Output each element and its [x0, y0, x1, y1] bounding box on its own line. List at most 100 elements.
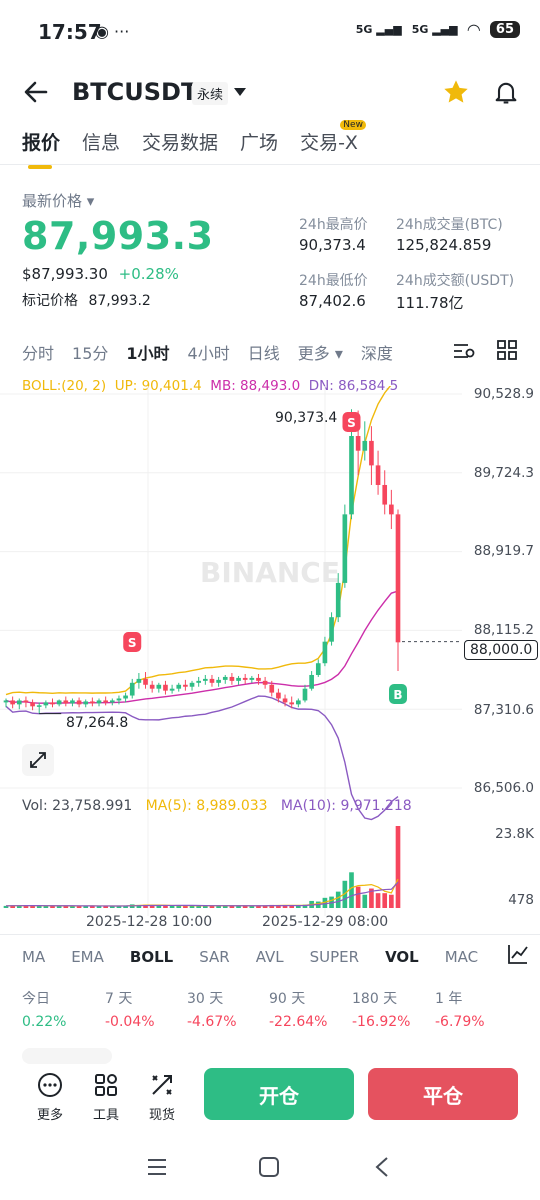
volume-bar: [395, 826, 401, 908]
more-button[interactable]: 更多: [30, 1072, 70, 1123]
indicator-settings-icon[interactable]: [506, 942, 540, 972]
usd-price: $87,993.30: [22, 265, 108, 283]
indicator-macd[interactable]: MAC: [445, 948, 478, 966]
chevron-down-icon[interactable]: [232, 84, 248, 103]
candle: [156, 684, 162, 689]
grid-layout-icon[interactable]: [496, 339, 518, 365]
tab-info[interactable]: 信息: [82, 128, 120, 155]
battery-indicator: 65: [489, 21, 520, 38]
indicator-super[interactable]: SUPER: [310, 948, 359, 966]
scroll-hint: [22, 1048, 112, 1064]
sync-icon: ◉ ···: [95, 22, 130, 41]
perf-label: 1 年: [435, 991, 463, 1007]
candle: [309, 674, 314, 689]
volume-bar: [43, 906, 49, 908]
perf-value: -6.79%: [435, 1014, 485, 1030]
interval-15m[interactable]: 15分: [72, 340, 108, 364]
perf-today: 今日 0.22%: [22, 988, 66, 1030]
price-change: +0.28%: [118, 265, 179, 283]
bell-icon[interactable]: [492, 78, 520, 110]
spot-button[interactable]: 现货: [142, 1072, 182, 1123]
perf-30d: 30 天 -4.67%: [187, 988, 237, 1030]
interval-4h[interactable]: 4小时: [188, 340, 230, 364]
volume-bar: [375, 893, 381, 908]
candle: [375, 465, 381, 485]
tab-quote[interactable]: 报价: [22, 128, 60, 169]
sell-marker-label: S: [347, 416, 356, 430]
interval-time[interactable]: 分时: [22, 340, 54, 364]
candle: [143, 678, 148, 685]
candlestick-chart[interactable]: BINANCE S S B: [0, 386, 540, 936]
more-icon: [38, 1073, 62, 1097]
last-price-label[interactable]: 最新价格 ▾: [22, 190, 94, 211]
perf-label: 7 天: [105, 991, 133, 1007]
volume-bar: [296, 905, 301, 908]
star-favorite-icon[interactable]: [442, 78, 470, 110]
candle: [70, 700, 75, 704]
candle: [229, 676, 235, 681]
indicator-boll[interactable]: BOLL: [130, 948, 173, 966]
symbol-title[interactable]: BTCUSDT: [72, 78, 197, 106]
high-value: 90,373.4: [299, 236, 366, 254]
home-icon[interactable]: [258, 1156, 280, 1182]
current-price-tag: 88,000.0: [464, 640, 539, 660]
perf-90d: 90 天 -22.64%: [269, 988, 327, 1030]
indicator-vol[interactable]: VOL: [385, 948, 419, 966]
candle: [83, 701, 89, 705]
interval-more[interactable]: 更多 ▾: [298, 340, 343, 364]
close-position-button[interactable]: 平仓: [368, 1068, 518, 1120]
candle: [196, 680, 202, 683]
candle: [256, 677, 261, 681]
back-arrow-icon[interactable]: [22, 78, 50, 106]
perf-7d: 7 天 -0.04%: [105, 988, 155, 1030]
tab-trade-data[interactable]: 交易数据: [142, 128, 218, 155]
x-axis-tick: 2025-12-29 08:00: [262, 914, 389, 930]
perf-value: -0.04%: [105, 1014, 155, 1030]
expand-icon[interactable]: [22, 744, 54, 776]
signal-icon-2: 5G ▂▄▆: [411, 23, 458, 36]
perf-1y: 1 年 -6.79%: [435, 988, 485, 1030]
tab-square[interactable]: 广场: [240, 128, 278, 155]
interval-depth[interactable]: 深度: [361, 340, 393, 364]
candle: [50, 702, 55, 705]
tools-icon: [95, 1074, 117, 1096]
more-label: 更多: [36, 1108, 63, 1123]
interval-1d[interactable]: 日线: [248, 340, 280, 364]
tab-trade-x[interactable]: 交易-X New: [300, 120, 366, 155]
indicator-avl[interactable]: AVL: [256, 948, 284, 966]
candle: [116, 698, 122, 701]
candle: [109, 700, 115, 703]
status-icons: 5G ▂▄▆ 5G ▂▄▆ ◠ 65: [356, 20, 520, 39]
back-nav-icon[interactable]: [374, 1156, 390, 1182]
candle: [176, 684, 182, 689]
candle: [315, 663, 321, 675]
usd-price-row: $87,993.30 +0.28%: [22, 265, 179, 283]
candle: [76, 700, 82, 705]
volume-ma5: MA(5): 8,989.033: [145, 798, 268, 814]
status-bar: 17:57 ◉ ··· 5G ▂▄▆ 5G ▂▄▆ ◠ 65: [0, 0, 540, 64]
volume-value: Vol: 23,758.991: [22, 798, 133, 814]
candle: [289, 702, 295, 705]
chart-settings-icon[interactable]: [452, 340, 476, 366]
vol-usdt-label: 24h成交额(USDT): [396, 273, 515, 289]
candle: [169, 688, 175, 691]
vol-btc-label: 24h成交量(BTC): [396, 217, 503, 233]
open-position-button[interactable]: 开仓: [204, 1068, 354, 1120]
indicator-ma[interactable]: MA: [22, 948, 45, 966]
recent-apps-icon[interactable]: [146, 1157, 168, 1181]
indicator-ema[interactable]: EMA: [71, 948, 104, 966]
candle: [30, 702, 35, 707]
tabs-divider: [0, 164, 540, 165]
indicator-sar[interactable]: SAR: [199, 948, 229, 966]
tools-button[interactable]: 工具: [86, 1072, 126, 1123]
high-label: 24h最高价: [299, 217, 368, 233]
interval-bar: 分时 15分 1小时 4小时 日线 更多 ▾ 深度: [22, 340, 393, 364]
perf-value: 0.22%: [22, 1014, 67, 1030]
tab-trade-x-label: 交易-X: [300, 132, 358, 154]
interval-1h[interactable]: 1小时: [126, 340, 169, 364]
last-price: 87,993.3: [22, 214, 214, 258]
indicator-divider: [0, 934, 540, 935]
high-marker-label: 90,373.4: [275, 410, 338, 426]
candle: [302, 688, 308, 701]
candle: [36, 705, 42, 707]
